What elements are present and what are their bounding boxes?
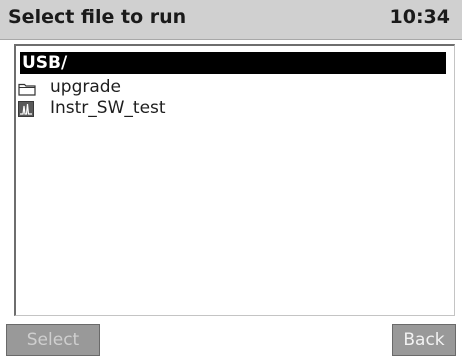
method-file-icon — [18, 101, 36, 117]
back-button[interactable]: Back — [392, 324, 456, 356]
file-select-screen: Select file to run 10:34 USB/ upgrade In… — [0, 0, 462, 358]
title-bar: Select file to run 10:34 — [0, 0, 462, 40]
clock: 10:34 — [389, 6, 450, 28]
folder-icon — [18, 80, 36, 96]
file-list-item-label: USB/ — [22, 53, 68, 73]
file-list-item-usb[interactable]: USB/ — [20, 52, 446, 74]
file-list-item-label: upgrade — [50, 77, 122, 97]
select-button[interactable]: Select — [6, 324, 100, 356]
page-title: Select file to run — [8, 6, 187, 28]
file-list-item-label: Instr_SW_test — [50, 98, 166, 118]
